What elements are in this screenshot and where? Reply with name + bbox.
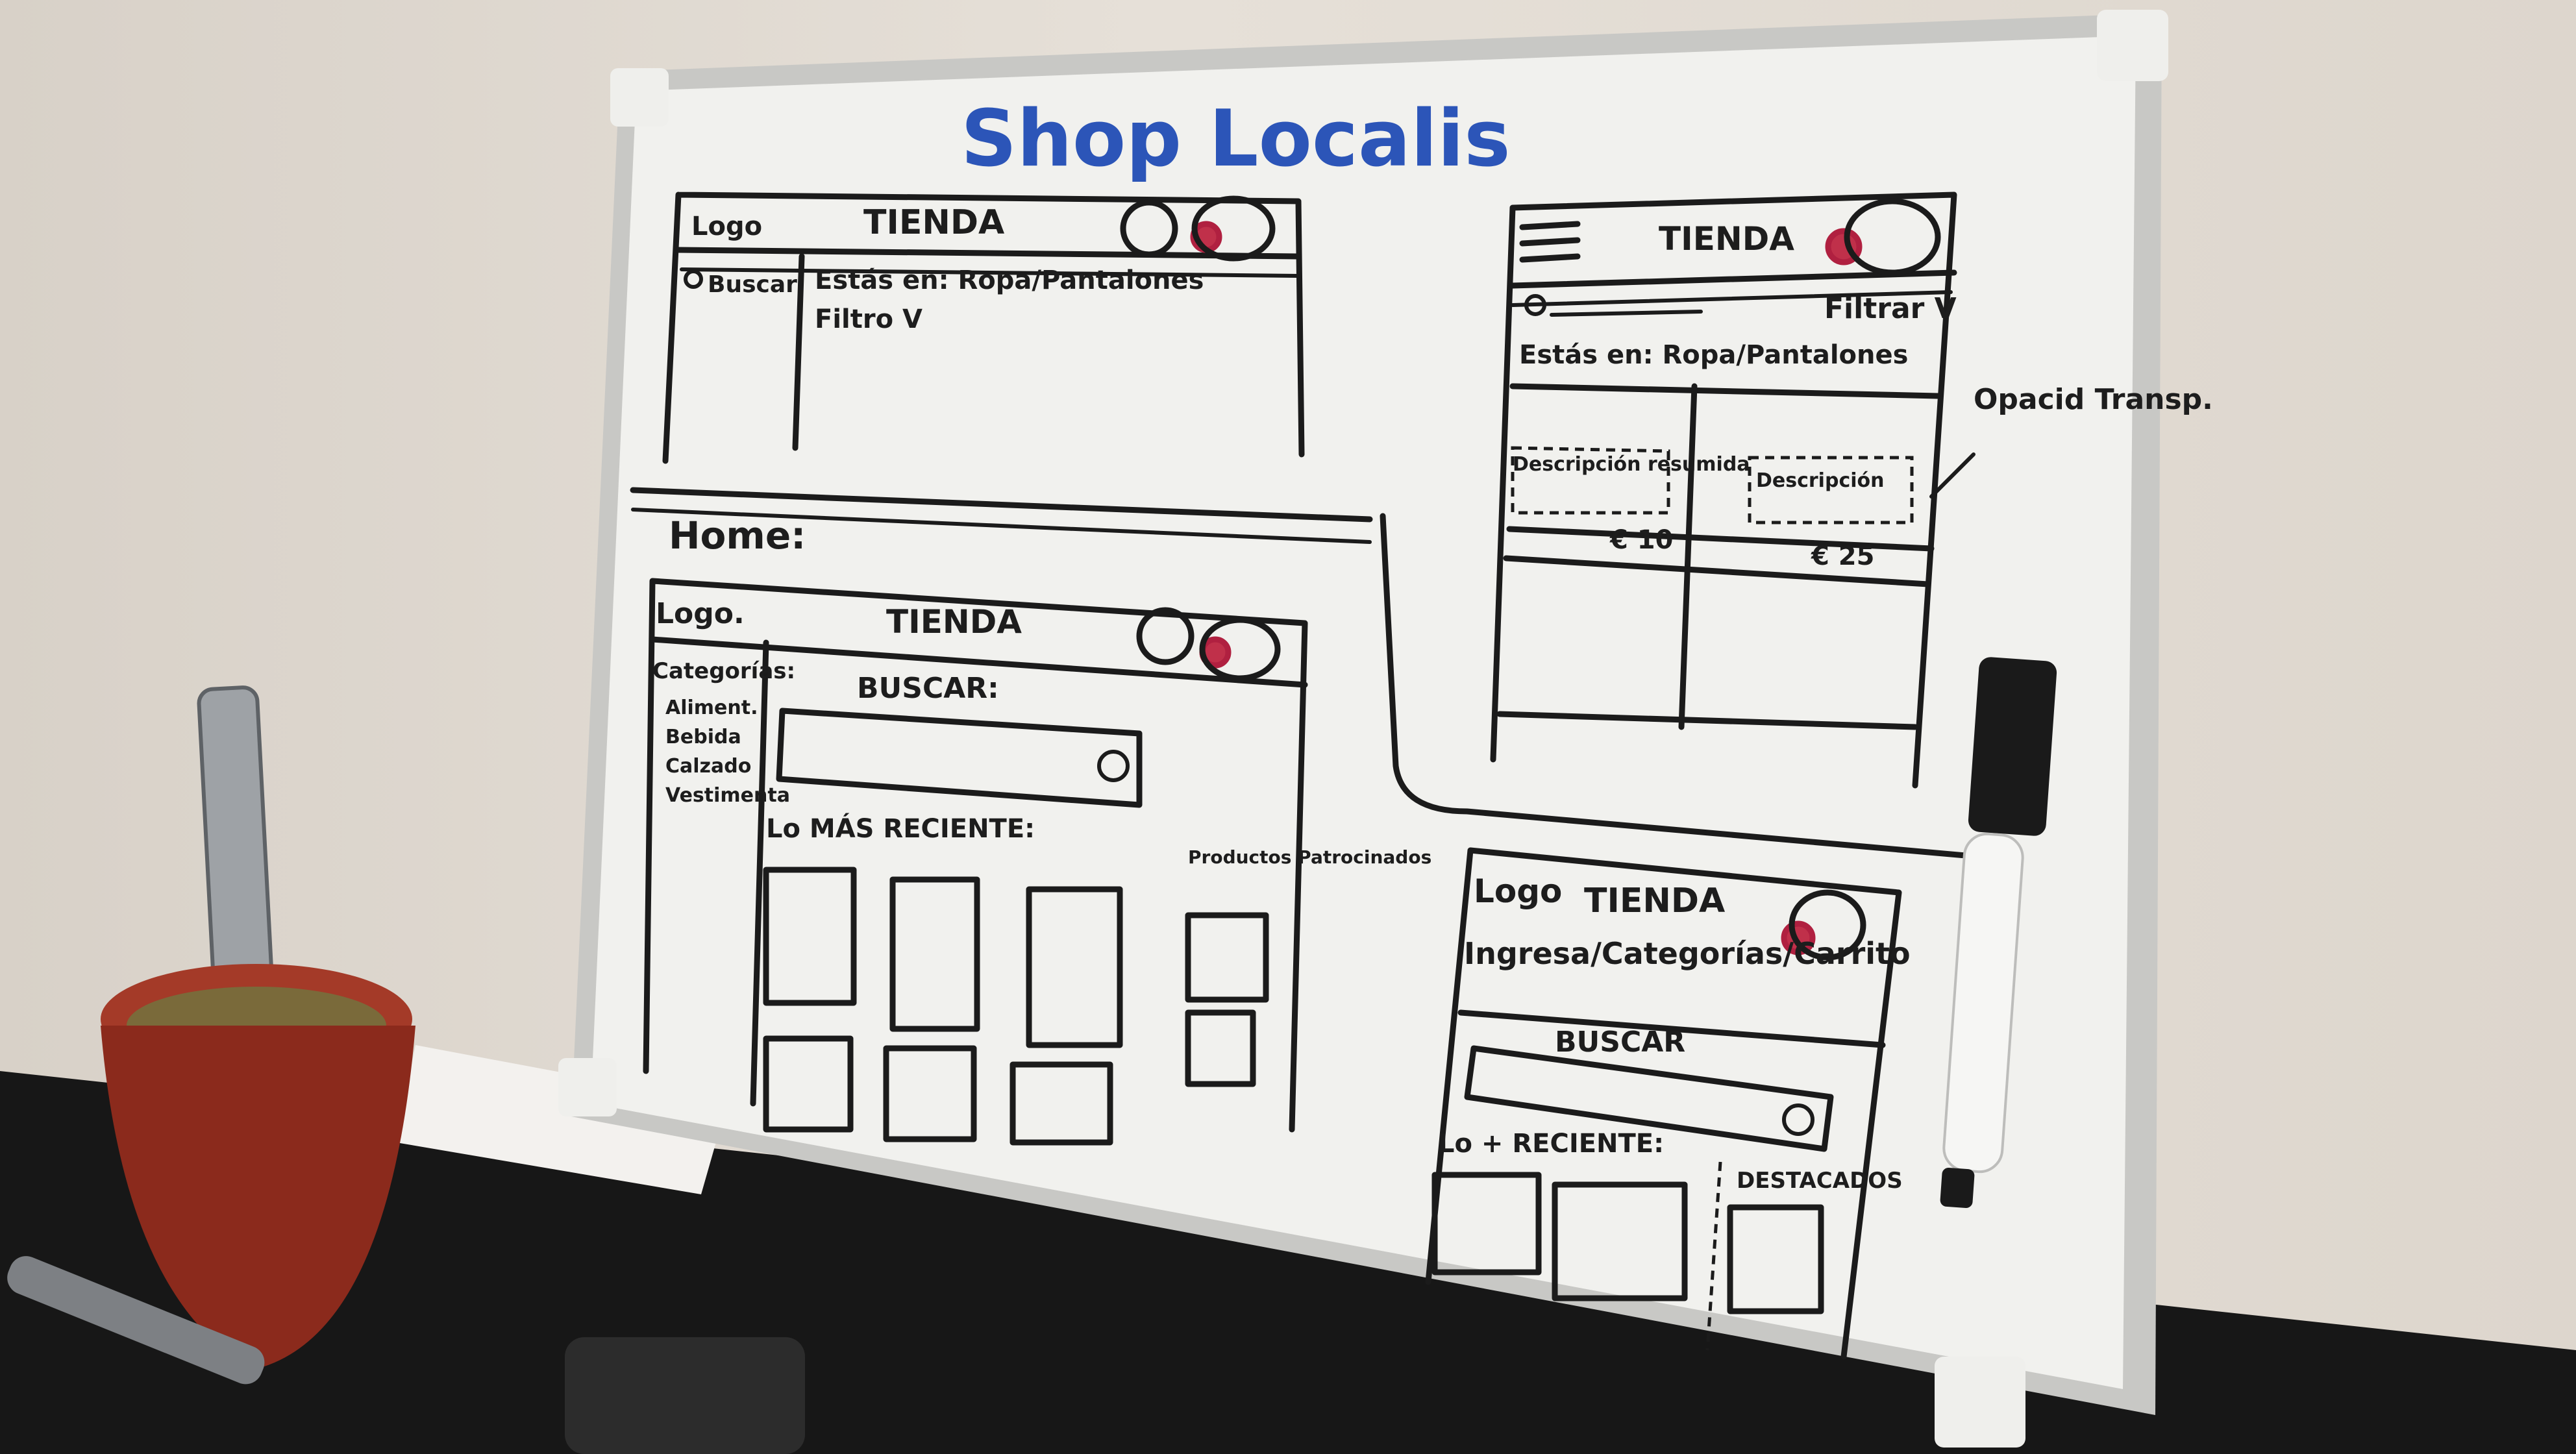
logo-label-home: Logo. [656, 597, 745, 630]
home-label: Home: [669, 513, 806, 558]
search-label-mobile: BUSCAR [1555, 1026, 1685, 1059]
search-label: BUSCAR: [857, 672, 999, 705]
frame-corner-br [1935, 1357, 2025, 1448]
recent-label-mobile: Lo + RECIENTE: [1438, 1129, 1664, 1159]
featured-label: DESTACADOS [1737, 1168, 1903, 1194]
filter-label: Filtro V [815, 304, 923, 334]
sponsored-label: Productos Patrocinados [1188, 846, 1431, 868]
store-name: TIENDA [863, 203, 1004, 242]
frame-corner-tr [2097, 10, 2168, 81]
annotation-note: Opacid Transp. [1974, 383, 2213, 416]
frame-corner-bl [558, 1058, 617, 1116]
filter-label: Filtrar V [1824, 292, 1957, 325]
category-item: Aliment. [665, 696, 758, 719]
eraser [565, 1337, 805, 1454]
category-item: Calzado [665, 755, 751, 778]
store-name-mobile: TIENDA [1659, 220, 1794, 258]
logo-label: Logo [691, 212, 762, 241]
store-name-mobile-home: TIENDA [1584, 881, 1725, 920]
breadcrumb: Estás en: Ropa/Pantalones [815, 265, 1204, 295]
categories-title: Categorías: [652, 658, 795, 684]
product-price: € 25 [1811, 541, 1874, 571]
product-price: € 10 [1609, 525, 1673, 555]
mobile-nav: Ingresa/Categorías/Carrito [1464, 936, 1911, 971]
logo-label-mobile: Logo [1474, 872, 1562, 910]
frame-corner-tl [610, 68, 669, 127]
search-link: Buscar [708, 271, 797, 298]
product-description: Descripción [1756, 469, 1884, 492]
product-description: Descripción resumida [1513, 453, 1750, 476]
category-item: Bebida [665, 726, 741, 748]
recent-label: Lo MÁS RECIENTE: [766, 813, 1035, 844]
whiteboard-scene: Shop Localis Logo TIENDA Buscar Estás en… [0, 10, 2576, 1454]
category-item: Vestimenta [665, 784, 790, 807]
breadcrumb-mobile: Estás en: Ropa/Pantalones [1519, 340, 1908, 370]
board-title: Shop Localis [961, 94, 1511, 184]
store-name-home: TIENDA [886, 603, 1022, 641]
